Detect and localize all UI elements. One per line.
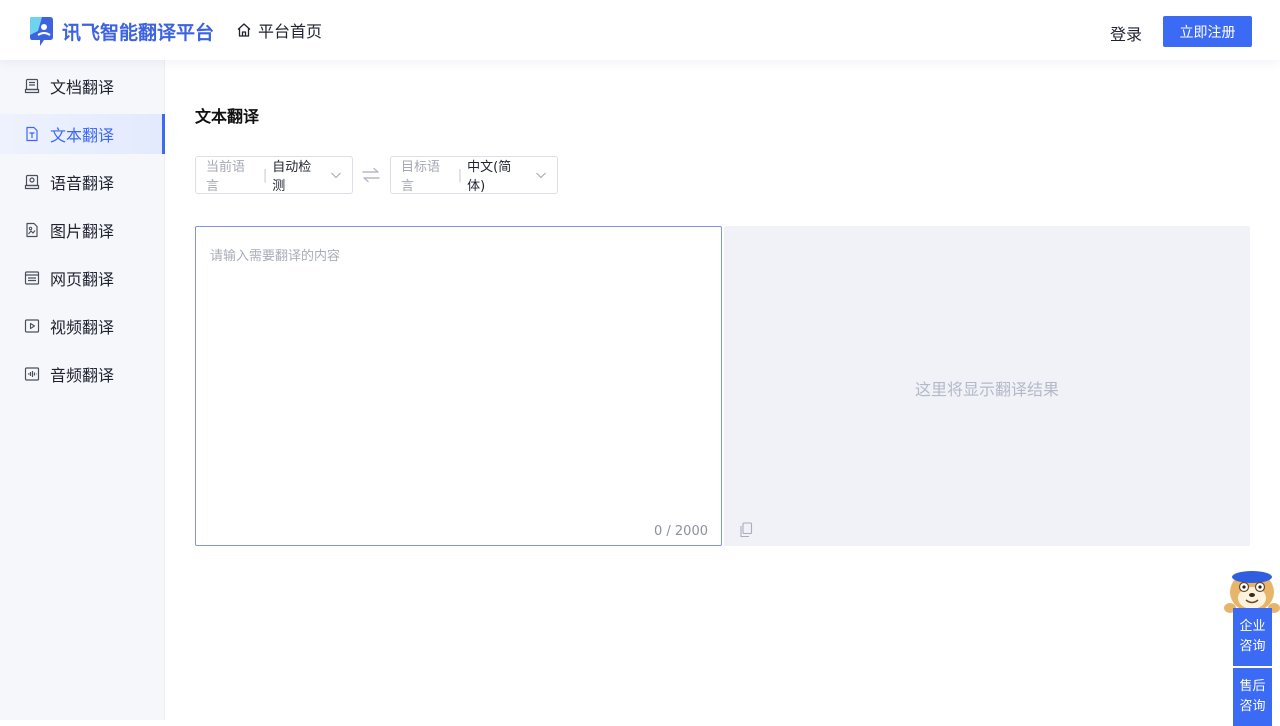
audio-icon <box>24 366 40 382</box>
sidebar-item-text[interactable]: 文本翻译 <box>0 114 165 154</box>
sidebar-item-document[interactable]: 文档翻译 <box>0 66 165 106</box>
sidebar: 文档翻译 文本翻译 语音翻译 图片翻译 网页翻译 视频翻译 音频翻译 <box>0 60 165 720</box>
swap-languages-icon[interactable] <box>361 165 381 185</box>
chevron-down-icon <box>536 172 546 179</box>
page-title: 文本翻译 <box>195 107 260 126</box>
sidebar-item-label: 语音翻译 <box>50 174 115 193</box>
sidebar-item-audio[interactable]: 音频翻译 <box>0 354 165 394</box>
document-icon <box>24 78 40 94</box>
home-label: 平台首页 <box>258 22 323 41</box>
login-link[interactable]: 登录 <box>1110 21 1142 45</box>
target-language-select[interactable]: 目标语言 | 中文(简体) <box>390 156 558 194</box>
aftersale-consult-button[interactable]: 售后 咨询 <box>1233 668 1272 726</box>
sidebar-item-image[interactable]: 图片翻译 <box>0 210 165 250</box>
sidebar-item-label: 网页翻译 <box>50 270 115 289</box>
logo-mark-icon <box>30 17 53 46</box>
enterprise-consult-line1: 企业 <box>1239 619 1266 634</box>
image-icon <box>24 222 40 238</box>
logo[interactable]: 讯飞智能翻译平台 <box>28 15 214 47</box>
enterprise-consult-line2: 咨询 <box>1239 639 1266 654</box>
video-icon <box>24 318 40 334</box>
aftersale-consult-line2: 咨询 <box>1239 699 1266 714</box>
source-text-input[interactable] <box>196 227 721 545</box>
divider: | <box>262 167 268 183</box>
copy-icon[interactable] <box>739 522 753 538</box>
aftersale-consult-line1: 售后 <box>1239 679 1266 694</box>
home-link[interactable]: 平台首页 <box>236 18 322 42</box>
webpage-icon <box>24 270 40 286</box>
sidebar-item-video[interactable]: 视频翻译 <box>0 306 165 346</box>
char-counter: 0 / 2000 <box>654 524 708 539</box>
sidebar-item-label: 视频翻译 <box>50 318 115 337</box>
target-language-value: 中文(简体) <box>467 160 512 194</box>
top-header: 讯飞智能翻译平台 平台首页 登录 立即注册 <box>0 0 1280 60</box>
sidebar-item-voice[interactable]: 语音翻译 <box>0 162 165 202</box>
chevron-down-icon <box>331 172 341 179</box>
mascot-icon[interactable] <box>1224 566 1280 614</box>
logo-text: 讯飞智能翻译平台 <box>62 21 215 44</box>
source-language-value: 自动检测 <box>272 160 312 194</box>
source-language-label: 当前语言 <box>206 160 246 194</box>
register-button[interactable]: 立即注册 <box>1163 16 1252 47</box>
voice-icon <box>24 174 40 190</box>
text-file-icon <box>24 126 40 142</box>
home-icon <box>237 23 251 37</box>
sidebar-item-label: 图片翻译 <box>50 222 115 241</box>
sidebar-item-label: 文档翻译 <box>50 78 115 97</box>
sidebar-item-label: 音频翻译 <box>50 366 115 385</box>
sidebar-item-label: 文本翻译 <box>50 126 115 145</box>
output-placeholder: 这里将显示翻译结果 <box>914 380 1059 399</box>
divider: | <box>457 167 463 183</box>
sidebar-item-webpage[interactable]: 网页翻译 <box>0 258 165 298</box>
source-language-select[interactable]: 当前语言 | 自动检测 <box>195 156 353 194</box>
translation-output-panel: 这里将显示翻译结果 <box>724 226 1250 546</box>
source-text-panel: 0 / 2000 <box>195 226 722 546</box>
enterprise-consult-button[interactable]: 企业 咨询 <box>1233 608 1272 666</box>
target-language-label: 目标语言 <box>401 160 441 194</box>
